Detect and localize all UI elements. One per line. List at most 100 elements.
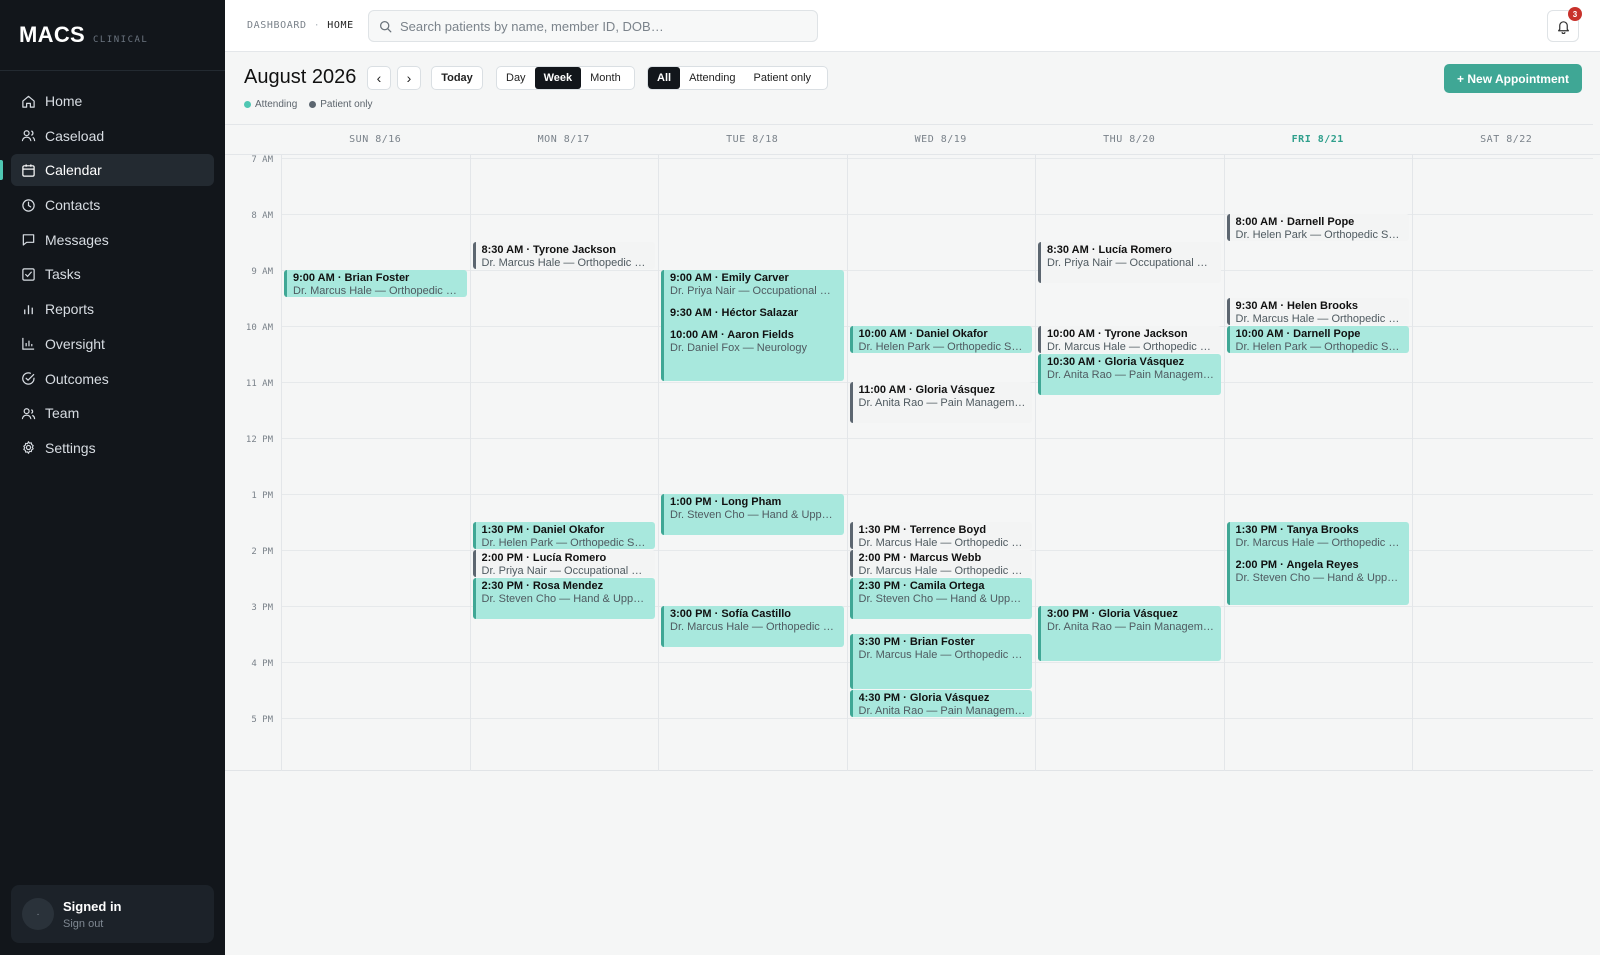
appointment-provider: Dr. Priya Nair — Occupational Medicine	[670, 285, 838, 297]
hour-line	[281, 494, 1593, 495]
prev-week-button[interactable]: ‹	[367, 66, 391, 90]
search-input[interactable]	[400, 18, 800, 34]
new-appointment-button[interactable]: + New Appointment	[1444, 64, 1582, 93]
breadcrumb-home: HOME	[327, 20, 354, 31]
sidebar-item-oversight[interactable]: Oversight	[11, 328, 214, 360]
appointment-provider: Dr. Priya Nair — Occupational Medicine	[481, 565, 650, 577]
day-header[interactable]: THU 8/20	[1035, 125, 1224, 155]
sidebar-item-label: Caseload	[45, 127, 105, 144]
appointment-entry: 1:30 PM · Tanya Brooks Dr. Marcus Hale — …	[1236, 524, 1404, 550]
appointment-event[interactable]: 2:00 PM · Lucía Romero Dr. Priya Nair — O…	[472, 550, 655, 577]
sidebar-item-label: Team	[45, 405, 80, 422]
sidebar-item-contacts[interactable]: Contacts	[11, 189, 214, 221]
appointment-event[interactable]: 3:00 PM · Sofía Castillo Dr. Marcus Hale …	[661, 606, 844, 647]
breadcrumb-dashboard[interactable]: DASHBOARD	[247, 20, 307, 31]
filter-attending[interactable]: Attending	[680, 67, 744, 89]
appointment-title: 8:30 AM · Lucía Romero	[1047, 244, 1172, 256]
day-header[interactable]: SUN 8/16	[281, 125, 470, 155]
users-icon	[20, 128, 36, 144]
appointment-event[interactable]: 2:30 PM · Rosa Mendez Dr. Steven Cho — Ha…	[472, 578, 655, 619]
check-circle-icon	[20, 371, 36, 387]
search-box[interactable]	[368, 10, 818, 42]
view-week[interactable]: Week	[534, 67, 582, 89]
appointment-title: 10:00 AM · Tyrone Jackson	[1047, 328, 1188, 340]
appointment-event[interactable]: 8:30 AM · Tyrone Jackson Dr. Marcus Hale …	[472, 242, 655, 269]
sidebar-item-calendar[interactable]: Calendar	[0, 154, 214, 187]
filter-all[interactable]: All	[648, 67, 681, 89]
check-square-icon	[20, 266, 36, 282]
day-header[interactable]: MON 8/17	[469, 125, 658, 155]
appointment-event[interactable]: 1:30 PM · Terrence Boyd Dr. Marcus Hale —…	[849, 522, 1032, 549]
appointment-event[interactable]: 4:30 PM · Gloria Vásquez Dr. Anita Rao — …	[849, 690, 1032, 717]
appointment-title: 2:00 PM · Lucía Romero	[481, 552, 607, 564]
appointment-event[interactable]: 9:00 AM · Emily Carver Dr. Priya Nair — O…	[661, 270, 844, 381]
day-header[interactable]: TUE 8/18	[658, 125, 847, 155]
appointment-title: 2:00 PM · Marcus Webb	[858, 552, 982, 564]
sidebar-item-label: Calendar	[45, 162, 102, 179]
sidebar-item-team[interactable]: Team	[11, 397, 214, 429]
view-day[interactable]: Day	[497, 67, 535, 89]
appointment-entry: 1:30 PM · Daniel Okafor Dr. Helen Park — …	[482, 524, 650, 549]
appointment-provider: Dr. Anita Rao — Pain Management	[1047, 621, 1215, 633]
appointment-entry: 9:00 AM · Emily Carver Dr. Priya Nair — O…	[670, 272, 838, 298]
appointment-entry: 10:00 AM · Aaron Fields Dr. Daniel Fox — …	[670, 329, 838, 355]
appointment-event[interactable]: 10:00 AM · Daniel Okafor Dr. Helen Park —…	[849, 326, 1032, 353]
day-column-divider	[846, 155, 848, 771]
appointment-event[interactable]: 2:00 PM · Marcus Webb Dr. Marcus Hale — O…	[849, 550, 1032, 577]
sign-out-link[interactable]: Sign out	[63, 918, 122, 930]
sidebar-item-messages[interactable]: Messages	[11, 224, 214, 256]
appointment-event[interactable]: 1:00 PM · Long Pham Dr. Steven Cho — Hand…	[661, 494, 844, 535]
calendar-toolbar: August 2026 ‹ › Today Day Week Month All At…	[225, 52, 1600, 124]
appointment-provider: Dr. Marcus Hale — Orthopedic Spine	[481, 257, 650, 269]
sidebar-item-tasks[interactable]: Tasks	[11, 258, 214, 290]
sidebar-item-label: Home	[45, 93, 83, 109]
appointment-event[interactable]: 9:00 AM · Brian Foster Dr. Marcus Hale — …	[284, 270, 467, 297]
appointment-event[interactable]: 2:30 PM · Camila Ortega Dr. Steven Cho — …	[849, 578, 1032, 619]
appointment-entry: 3:00 PM · Gloria Vásquez Dr. Anita Rao — …	[1047, 608, 1215, 634]
appointment-event[interactable]: 1:30 PM · Daniel Okafor Dr. Helen Park — …	[472, 522, 655, 549]
sidebar-nav: Home Caseload Calendar Contacts Messages Task…	[0, 71, 225, 464]
appointment-entry: 10:00 AM · Tyrone Jackson Dr. Marcus Hale…	[1047, 328, 1215, 353]
appointment-event[interactable]: 10:30 AM · Gloria Vásquez Dr. Anita Rao —…	[1038, 354, 1221, 395]
sidebar-item-reports[interactable]: Reports	[11, 293, 214, 325]
appointment-event[interactable]: 8:00 AM · Darnell Pope Dr. Helen Park — O…	[1226, 214, 1409, 241]
appointment-entry: 8:30 AM · Tyrone Jackson Dr. Marcus Hale …	[482, 244, 650, 269]
hour-label: 10 AM	[245, 323, 273, 333]
appointment-title: 1:30 PM · Terrence Boyd	[858, 524, 987, 536]
sidebar-item-outcomes[interactable]: Outcomes	[11, 363, 214, 395]
hour-label: 9 AM	[251, 267, 273, 277]
day-header[interactable]: SAT 8/22	[1412, 125, 1600, 155]
brand[interactable]: MACS CLINICAL	[0, 0, 225, 71]
appointment-event[interactable]: 10:00 AM · Darnell Pope Dr. Helen Park — …	[1226, 326, 1409, 353]
filter-patient-only[interactable]: Patient only	[745, 67, 820, 89]
view-month[interactable]: Month	[581, 67, 630, 89]
day-header[interactable]: FRI 8/21	[1223, 125, 1412, 155]
appointment-event[interactable]: 10:00 AM · Tyrone Jackson Dr. Marcus Hale…	[1038, 326, 1221, 353]
sidebar-item-caseload[interactable]: Caseload	[11, 120, 214, 152]
today-button[interactable]: Today	[431, 66, 483, 90]
appointment-event[interactable]: 11:00 AM · Gloria Vásquez Dr. Anita Rao —…	[849, 382, 1032, 423]
day-header[interactable]: WED 8/19	[846, 125, 1035, 155]
next-week-button[interactable]: ›	[397, 66, 421, 90]
appointment-event[interactable]: 3:30 PM · Brian Foster Dr. Marcus Hale — …	[849, 634, 1032, 689]
notifications-button[interactable]: 3	[1547, 7, 1582, 42]
appointment-event[interactable]: 1:30 PM · Tanya Brooks Dr. Marcus Hale — …	[1226, 522, 1409, 605]
sidebar-item-label: Messages	[45, 231, 109, 248]
appointment-provider: Dr. Steven Cho — Hand & Upper Extremity	[858, 593, 1027, 605]
appointment-event[interactable]: 9:30 AM · Helen Brooks Dr. Marcus Hale — …	[1226, 298, 1409, 325]
user-card[interactable]: · Signed in Sign out	[11, 885, 214, 943]
appointment-entry: 9:30 AM · Héctor Salazar	[670, 307, 838, 320]
legend-dot	[309, 101, 317, 108]
signed-in-label: Signed in	[63, 898, 122, 914]
hour-label: 3 PM	[251, 603, 273, 613]
legend: Attending Patient only	[244, 99, 385, 110]
day-column-divider	[1412, 155, 1413, 771]
appointment-event[interactable]: 3:00 PM · Gloria Vásquez Dr. Anita Rao — …	[1038, 606, 1221, 661]
appointment-title: 8:00 AM · Darnell Pope	[1235, 216, 1355, 228]
sidebar-item-settings[interactable]: Settings	[11, 432, 214, 464]
appointment-entry: 10:30 AM · Gloria Vásquez Dr. Anita Rao —…	[1047, 356, 1215, 382]
appointment-title: 1:30 PM · Tanya Brooks	[1235, 524, 1359, 536]
appointment-event[interactable]: 8:30 AM · Lucía Romero Dr. Priya Nair — O…	[1038, 242, 1221, 283]
appointment-provider: Dr. Marcus Hale — Orthopedic Spine	[293, 285, 461, 297]
sidebar-item-home[interactable]: Home	[11, 85, 214, 117]
